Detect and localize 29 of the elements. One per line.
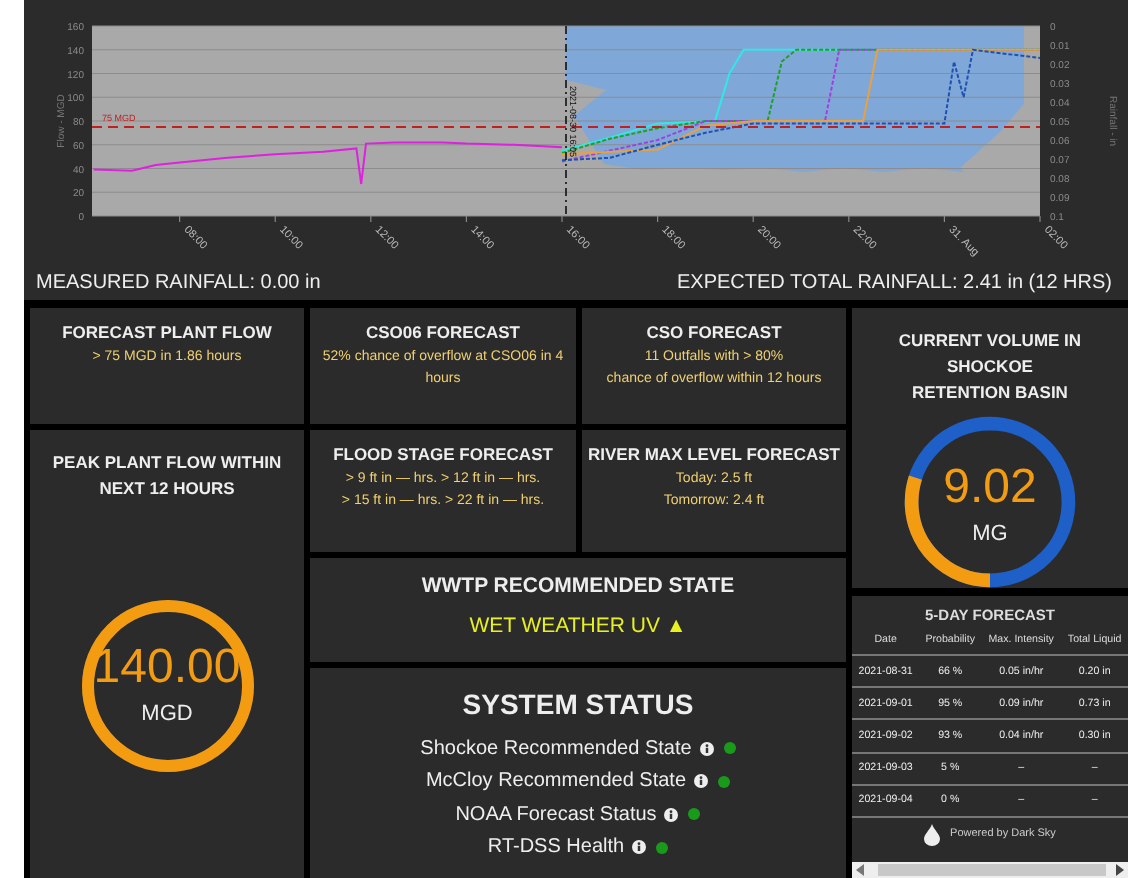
card-title: WWTP RECOMMENDED STATE [419,574,737,598]
state-text: WET WEATHER UV ▲ [467,614,689,638]
info-icon[interactable] [664,807,679,822]
card-title: CSO06 FORECAST [364,322,522,345]
drop-icon [924,823,941,846]
info-icon[interactable] [699,741,714,756]
scroll-right-icon[interactable] [1114,864,1124,876]
scrollbar-thumb[interactable] [878,864,1106,876]
scroll-left-icon[interactable] [856,864,866,876]
status-label: Shockoe Recommended State [420,737,692,760]
gauge-unit: MG [972,521,1008,546]
info-icon[interactable] [694,774,709,789]
status-label: RT-DSS Health [487,836,625,859]
card-title: PEAK PLANT FLOW WITHIN NEXT 12 HOURS [50,450,284,501]
gauge-unit: MGD [141,702,193,726]
info-icon[interactable] [632,840,647,855]
horizontal-scrollbar[interactable] [852,862,1128,878]
status-label: McCloy Recommended State [425,770,687,793]
card-title: FORECAST PLANT FLOW [60,322,274,345]
expected-rainfall: EXPECTED TOTAL RAINFALL: 2.41 in (12 HRS) [677,272,1112,294]
card-title: SYSTEM STATUS [460,688,696,720]
gauge-value: 9.02 [943,463,1037,512]
status-label: NOAA Forecast Status [455,803,657,826]
gauge-value: 140.00 [93,644,241,692]
card-title: CURRENT VOLUME IN SHOCKOE RETENTION BASIN [896,328,1084,405]
card-title: RIVER MAX LEVEL FORECAST [586,444,842,467]
measured-rainfall: MEASURED RAINFALL: 0.00 in [36,272,321,294]
card-title: FLOOD STAGE FORECAST [331,444,555,467]
card-title: CSO FORECAST [644,322,784,345]
